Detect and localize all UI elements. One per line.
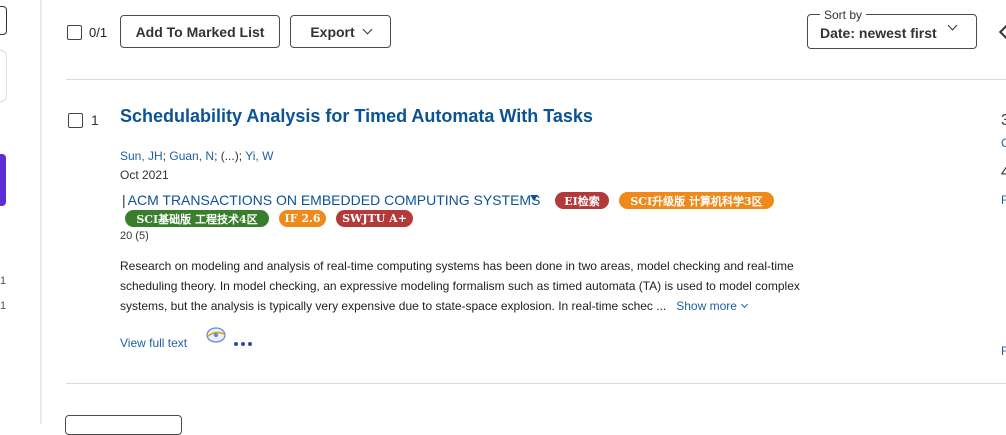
add-to-marked-list-button[interactable]: Add To Marked List xyxy=(120,15,280,48)
record-authors: Sun, JH; Guan, N; (...); Yi, W xyxy=(120,149,273,163)
refine-button-partial[interactable] xyxy=(0,154,6,206)
journal-name: ACM TRANSACTIONS ON EMBEDDED COMPUTING S… xyxy=(127,192,541,208)
record-checkbox[interactable] xyxy=(68,113,83,128)
journal-link[interactable]: | ACM TRANSACTIONS ON EMBEDDED COMPUTING … xyxy=(122,192,540,208)
publication-date: Oct 2021 xyxy=(120,168,169,182)
author-link[interactable]: Guan, N xyxy=(169,149,214,163)
author-link[interactable]: Sun, JH xyxy=(120,149,163,163)
export-button[interactable]: Export xyxy=(290,15,391,48)
right-panel-text-partial: 4 xyxy=(1001,164,1006,181)
chevron-left-icon[interactable] xyxy=(998,24,1006,40)
left-filter-panel: 1 1 xyxy=(0,0,42,424)
view-full-text-link[interactable]: View full text xyxy=(120,336,187,350)
selected-count: 0/1 xyxy=(89,25,108,40)
show-more-label: Show more xyxy=(676,299,737,313)
show-more-link[interactable]: Show more xyxy=(676,299,748,313)
abstract-line: Research on modeling and analysis of rea… xyxy=(120,259,794,273)
right-panel-link-partial[interactable]: F xyxy=(1001,344,1006,358)
right-panel-link-partial[interactable]: C xyxy=(1001,136,1006,150)
full-text-plugin-icon[interactable] xyxy=(205,326,227,344)
author-link[interactable]: Yi, W xyxy=(245,149,273,163)
author-separator: ; (...); xyxy=(214,149,246,163)
abstract-line: systems, but the analysis is typically v… xyxy=(120,296,880,316)
filter-card-partial[interactable] xyxy=(0,50,7,102)
sort-by-value: Date: newest first xyxy=(820,25,937,41)
abstract-line-text: systems, but the analysis is typically v… xyxy=(120,299,667,313)
record-title-link[interactable]: Schedulability Analysis for Timed Automa… xyxy=(120,106,593,127)
record-index: 1 xyxy=(91,112,99,128)
chevron-down-icon xyxy=(362,24,373,35)
impact-factor-badge: IF 2.6 xyxy=(279,210,326,227)
journal-bar: | xyxy=(122,192,126,208)
right-panel-text-partial: 3 xyxy=(1001,112,1006,129)
add-to-marked-list-label: Add To Marked List xyxy=(135,23,265,40)
export-label: Export xyxy=(310,23,355,40)
right-panel-link-partial[interactable]: F xyxy=(1001,193,1006,207)
sort-by-label: Sort by xyxy=(820,8,867,22)
divider xyxy=(66,383,1006,384)
panel-divider xyxy=(40,0,42,424)
divider xyxy=(66,79,1006,80)
ei-index-badge: EI检索 xyxy=(555,192,609,209)
filter-count: 1 xyxy=(0,300,7,312)
pagination-control-partial[interactable] xyxy=(65,415,182,435)
select-all-checkbox[interactable] xyxy=(67,25,82,40)
caret-down-icon[interactable] xyxy=(530,195,538,201)
record-abstract: Research on modeling and analysis of rea… xyxy=(120,256,880,316)
swjtu-rank-badge: SWJTU A+ xyxy=(336,210,413,227)
sort-by-select[interactable]: Sort by Date: newest first xyxy=(807,8,977,49)
chevron-down-icon xyxy=(740,300,748,309)
sci-upgrade-badge: SCI升级版 计算机科学3区 xyxy=(619,192,774,209)
chevron-down-icon xyxy=(947,20,958,31)
filter-count: 1 xyxy=(0,275,7,287)
citation-count: 20 (5) xyxy=(120,230,149,242)
filter-input-partial[interactable] xyxy=(0,6,7,35)
more-options-icon[interactable] xyxy=(234,342,252,346)
sci-base-badge: SCI基础版 工程技术4区 xyxy=(125,210,269,227)
abstract-line: scheduling theory. In model checking, an… xyxy=(120,279,800,293)
